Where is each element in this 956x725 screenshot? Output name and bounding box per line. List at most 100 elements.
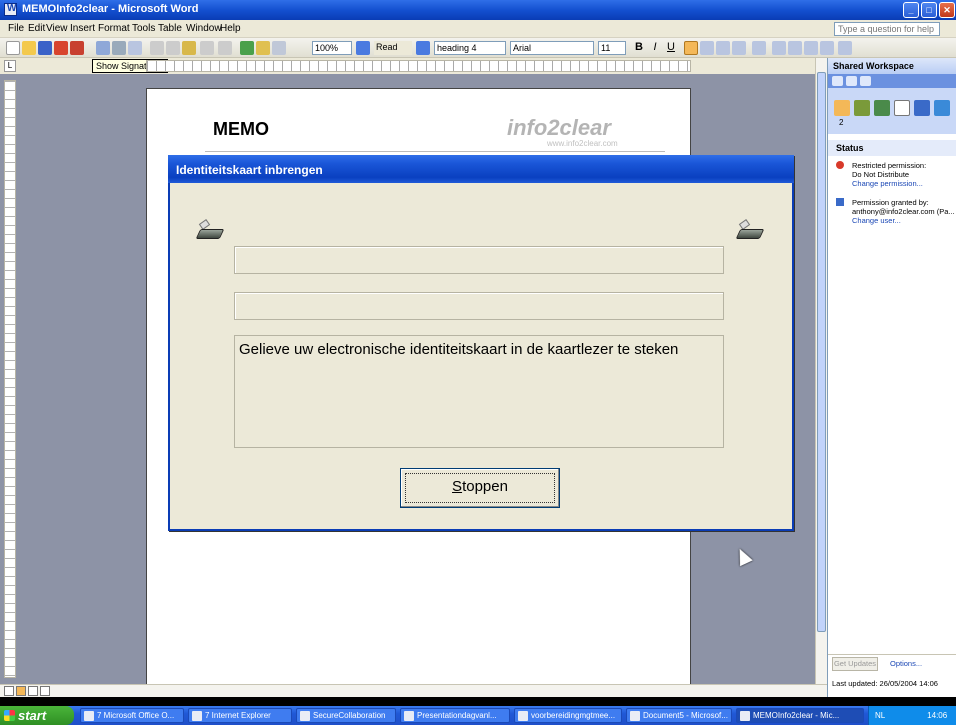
word-app-icon[interactable] xyxy=(4,3,17,16)
zoom-select[interactable]: 100% xyxy=(312,41,352,55)
web-view-icon[interactable] xyxy=(16,686,26,696)
taskbar-item-securecollab[interactable]: SecureCollaboration xyxy=(296,708,396,723)
numbering-icon[interactable] xyxy=(772,41,786,55)
taskbar-label: voorbereidingmgtmee... xyxy=(531,711,616,720)
undo-icon[interactable] xyxy=(200,41,214,55)
status-tab-icon[interactable] xyxy=(834,100,850,116)
menu-format[interactable]: Format xyxy=(98,23,130,34)
styles-icon[interactable] xyxy=(416,41,430,55)
menu-edit[interactable]: Edit xyxy=(28,23,45,34)
documents-tab-icon[interactable] xyxy=(894,100,910,116)
spelling-icon[interactable] xyxy=(112,41,126,55)
decrease-indent-icon[interactable] xyxy=(804,41,818,55)
change-user-link[interactable]: Change user... xyxy=(852,216,956,225)
taskbar-label: 7 Microsoft Office O... xyxy=(97,711,175,720)
copy-icon[interactable] xyxy=(166,41,180,55)
paste-icon[interactable] xyxy=(182,41,196,55)
tasks-tab-icon[interactable] xyxy=(874,100,890,116)
members-tab-icon[interactable] xyxy=(854,100,870,116)
granted-by-label: Permission granted by: xyxy=(852,198,929,207)
card-reader-icon-right xyxy=(735,219,765,239)
vertical-scrollbar[interactable] xyxy=(815,58,827,684)
horizontal-ruler[interactable] xyxy=(146,60,691,72)
taskbar-item-memo[interactable]: MEMOInfo2clear - Mic... xyxy=(736,708,864,723)
menu-file[interactable]: File xyxy=(8,23,24,34)
font-select[interactable]: Arial xyxy=(510,41,594,55)
hyperlink-icon[interactable] xyxy=(240,41,254,55)
menu-tools[interactable]: Tools xyxy=(132,23,155,34)
print-preview-icon[interactable] xyxy=(70,41,84,55)
columns-icon[interactable] xyxy=(272,41,286,55)
permission-status-entry: Restricted permission: Do Not Distribute… xyxy=(836,161,956,188)
standard-toolbar: 100% Read heading 4 Arial 11 B I U xyxy=(0,38,956,58)
align-center-icon[interactable] xyxy=(700,41,714,55)
links-tab-icon[interactable] xyxy=(914,100,930,116)
print-layout-icon[interactable] xyxy=(28,686,38,696)
menu-view[interactable]: View xyxy=(46,23,68,34)
start-label: start xyxy=(18,708,47,723)
italic-icon[interactable]: I xyxy=(648,41,662,55)
windows-flag-icon xyxy=(4,710,15,721)
status-tab-badge: 2 xyxy=(839,118,844,127)
tab-selector[interactable]: L xyxy=(4,60,16,72)
taskpane-title[interactable]: Shared Workspace xyxy=(828,58,956,74)
word-title-bar[interactable]: MEMOInfo2clear - Microsoft Word _ □ ✕ xyxy=(0,0,956,20)
justify-icon[interactable] xyxy=(732,41,746,55)
horizontal-ruler-row: L Show Signatures xyxy=(0,58,815,74)
clock[interactable]: 14:06 xyxy=(927,711,947,720)
menu-table[interactable]: Table xyxy=(158,23,182,34)
underline-icon[interactable]: U xyxy=(664,41,678,55)
redo-icon[interactable] xyxy=(218,41,232,55)
menu-window[interactable]: Window xyxy=(186,23,222,34)
close-button[interactable]: ✕ xyxy=(939,2,955,18)
align-right-icon[interactable] xyxy=(716,41,730,55)
info-tab-icon[interactable] xyxy=(934,100,950,116)
permission-icon[interactable] xyxy=(54,41,68,55)
minimize-button[interactable]: _ xyxy=(903,2,919,18)
font-size-select[interactable]: 11 xyxy=(598,41,626,55)
help-icon[interactable] xyxy=(356,41,370,55)
taskbar-item-ie[interactable]: 7 Internet Explorer xyxy=(188,708,292,723)
forward-icon[interactable] xyxy=(846,76,857,86)
get-updates-button[interactable]: Get Updates xyxy=(832,657,878,671)
maximize-button[interactable]: □ xyxy=(921,2,937,18)
back-icon[interactable] xyxy=(832,76,843,86)
start-button[interactable]: start xyxy=(0,706,74,725)
border-icon[interactable] xyxy=(838,41,852,55)
style-select[interactable]: heading 4 xyxy=(434,41,506,55)
home-icon[interactable] xyxy=(860,76,871,86)
save-icon[interactable] xyxy=(38,41,52,55)
bold-icon[interactable]: B xyxy=(632,41,646,55)
menu-insert[interactable]: Insert xyxy=(70,23,95,34)
help-search-input[interactable]: Type a question for help xyxy=(834,22,940,36)
options-link[interactable]: Options... xyxy=(890,659,922,668)
taskbar-label: MEMOInfo2clear - Mic... xyxy=(753,711,840,720)
line-spacing-icon[interactable] xyxy=(752,41,766,55)
language-indicator[interactable]: NL xyxy=(875,711,885,720)
taskbar-item-office[interactable]: 7 Microsoft Office O... xyxy=(80,708,184,723)
tables-icon[interactable] xyxy=(256,41,270,55)
stop-button[interactable]: Stoppen xyxy=(400,468,560,508)
read-button[interactable]: Read xyxy=(374,41,412,55)
normal-view-icon[interactable] xyxy=(4,686,14,696)
taskbar-item-document5[interactable]: Document5 - Microsof... xyxy=(626,708,732,723)
dialog-field-2 xyxy=(234,292,724,320)
menu-help[interactable]: Help xyxy=(220,23,241,34)
taskbar-item-voorbereiding[interactable]: voorbereidingmgtmee... xyxy=(514,708,622,723)
vertical-ruler[interactable] xyxy=(4,80,16,678)
taskbar-item-presentation[interactable]: Presentationdagvanl... xyxy=(400,708,510,723)
cut-icon[interactable] xyxy=(150,41,164,55)
print-icon[interactable] xyxy=(96,41,110,55)
research-icon[interactable] xyxy=(128,41,142,55)
dialog-title[interactable]: Identiteitskaart inbrengen xyxy=(168,155,794,183)
outline-view-icon[interactable] xyxy=(40,686,50,696)
new-document-icon[interactable] xyxy=(6,41,20,55)
open-icon[interactable] xyxy=(22,41,36,55)
increase-indent-icon[interactable] xyxy=(820,41,834,55)
change-permission-link[interactable]: Change permission... xyxy=(852,179,956,188)
scroll-thumb[interactable] xyxy=(817,72,826,632)
horizontal-scrollbar[interactable] xyxy=(0,684,827,697)
align-left-icon[interactable] xyxy=(684,41,698,55)
restricted-value: Do Not Distribute xyxy=(852,170,910,179)
bullets-icon[interactable] xyxy=(788,41,802,55)
